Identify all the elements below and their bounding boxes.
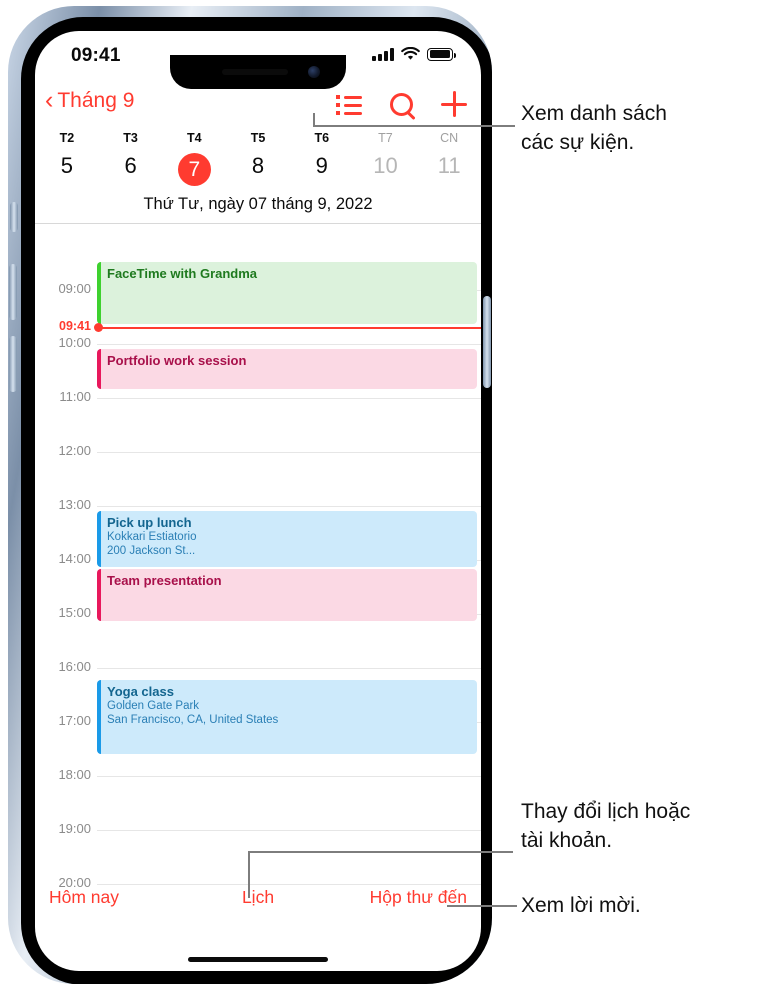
phone-screen: 09:41 ‹ Tháng 9 T2 T3 T4 T5 T6 T7 CN 5 6… (35, 31, 481, 971)
event-team-presentation[interactable]: Team presentation (97, 569, 477, 621)
screenshot-root: 09:41 ‹ Tháng 9 T2 T3 T4 T5 T6 T7 CN 5 6… (0, 0, 774, 990)
weekday-label: T6 (314, 131, 330, 145)
day-cell-11[interactable]: 11 (417, 145, 481, 187)
status-time: 09:41 (71, 45, 121, 66)
bottom-toolbar: Hôm nay Lịch Hộp thư đến (35, 879, 481, 923)
callout-calendars-line2: tài khoản. (521, 829, 613, 852)
callout-calendars-line1: Thay đổi lịch hoặc (521, 800, 691, 823)
event-lunch[interactable]: Pick up lunch Kokkari Estiatorio 200 Jac… (97, 511, 477, 567)
calendars-button[interactable]: Lịch (242, 887, 274, 908)
callout-leader-calendars-vertical (248, 851, 250, 898)
callout-leader-inbox (447, 905, 517, 907)
wifi-icon (401, 47, 420, 60)
callout-calendars: Thay đổi lịch hoặc tài khoản. (521, 797, 771, 855)
volume-down-button[interactable] (9, 336, 17, 392)
hour-label: 15:00 (58, 605, 91, 620)
hour-label: 17:00 (58, 713, 91, 728)
status-indicators (372, 47, 457, 61)
day-number: 9 (315, 153, 328, 178)
weekday-cell: CN (417, 127, 481, 145)
callout-list-view-line2: các sự kiện. (521, 131, 635, 154)
event-title: Portfolio work session (107, 353, 247, 368)
plus-icon[interactable] (441, 91, 467, 117)
day-cell-9[interactable]: 9 (290, 145, 354, 187)
hour-label: 14:00 (58, 551, 91, 566)
home-indicator[interactable] (188, 957, 328, 962)
weekday-label: T7 (378, 131, 393, 145)
day-cell-5[interactable]: 5 (35, 145, 99, 187)
event-portfolio[interactable]: Portfolio work session (97, 349, 477, 389)
nav-actions (336, 91, 467, 117)
selected-day-title: Thứ Tư, ngày 07 tháng 9, 2022 (143, 195, 373, 213)
event-title: Pick up lunch (107, 515, 192, 530)
event-yoga[interactable]: Yoga class Golden Gate Park San Francisc… (97, 680, 477, 754)
hour-label: 18:00 (58, 767, 91, 782)
list-view-icon[interactable] (336, 94, 362, 115)
event-title: Yoga class (107, 684, 174, 699)
event-address: 200 Jackson St... (107, 545, 196, 557)
event-address: San Francisco, CA, United States (107, 714, 279, 726)
event-facetime[interactable]: FaceTime with Grandma (97, 262, 477, 324)
weekday-cell: T5 (226, 127, 290, 145)
mute-switch[interactable] (10, 202, 18, 232)
weekday-cell: T7 (354, 127, 418, 145)
battery-icon (427, 47, 457, 61)
hour-label: 13:00 (58, 497, 91, 512)
day-cell-6[interactable]: 6 (99, 145, 163, 187)
navigation-bar: ‹ Tháng 9 (35, 83, 481, 127)
hour-label: 10:00 (58, 335, 91, 350)
weekday-number-row: 5 6 7 8 9 10 11 (35, 145, 481, 187)
callout-list-view-line1: Xem danh sách (521, 102, 667, 125)
today-button[interactable]: Hôm nay (49, 887, 119, 908)
hour-label: 12:00 (58, 443, 91, 458)
front-camera-icon (308, 66, 320, 78)
hour-label: 11:00 (59, 389, 91, 404)
day-cell-7-selected[interactable]: 7 (162, 145, 226, 187)
day-number: 10 (373, 153, 398, 178)
cellular-signal-icon (372, 47, 394, 61)
weekday-cell: T4 (162, 127, 226, 145)
day-number: 5 (60, 153, 73, 178)
callout-leader-list-horizontal (313, 125, 515, 127)
day-number: 8 (251, 153, 265, 178)
day-cell-10[interactable]: 10 (354, 145, 418, 187)
selected-day-pill: 7 (177, 153, 211, 186)
hour-label: 09:00 (58, 281, 91, 296)
earpiece-speaker (222, 69, 288, 75)
callout-leader-calendars-horizontal (248, 851, 513, 853)
weekday-label: CN (440, 131, 459, 145)
current-time-label: 09:41 (59, 319, 91, 333)
power-button[interactable] (483, 296, 491, 388)
day-number: 11 (437, 153, 461, 178)
hour-label: 19:00 (58, 821, 91, 836)
weekday-header-row: T2 T3 T4 T5 T6 T7 CN (35, 127, 481, 145)
weekday-cell: T3 (99, 127, 163, 145)
weekday-cell: T2 (35, 127, 99, 145)
hour-label: 16:00 (58, 659, 91, 674)
weekday-label: T3 (123, 131, 138, 145)
week-strip: T2 T3 T4 T5 T6 T7 CN 5 6 7 8 9 10 11 (35, 127, 481, 187)
event-location: Kokkari Estiatorio (107, 531, 197, 543)
chevron-left-icon: ‹ (45, 85, 54, 114)
day-timeline[interactable]: 09:00 10:00 11:00 12:00 13:00 14:00 15:0… (35, 224, 481, 905)
weekday-cell: T6 (290, 127, 354, 145)
event-location: Golden Gate Park (107, 700, 200, 712)
callout-inbox: Xem lời mời. (521, 891, 761, 920)
callout-inbox-line1: Xem lời mời. (521, 894, 641, 917)
search-icon[interactable] (390, 92, 413, 116)
weekday-label: T2 (59, 131, 75, 145)
phone-frame: 09:41 ‹ Tháng 9 T2 T3 T4 T5 T6 T7 CN 5 6… (8, 6, 492, 984)
volume-up-button[interactable] (9, 264, 17, 320)
notch (170, 55, 346, 89)
event-title: FaceTime with Grandma (107, 266, 258, 281)
event-title: Team presentation (107, 573, 222, 588)
back-button-label: Tháng 9 (57, 89, 135, 112)
back-button[interactable]: ‹ Tháng 9 (45, 85, 135, 114)
day-cell-8[interactable]: 8 (226, 145, 290, 187)
day-number: 6 (124, 153, 137, 178)
weekday-label: T5 (250, 131, 266, 145)
callout-list-view: Xem danh sách các sự kiện. (521, 99, 767, 157)
weekday-label: T4 (187, 131, 202, 145)
